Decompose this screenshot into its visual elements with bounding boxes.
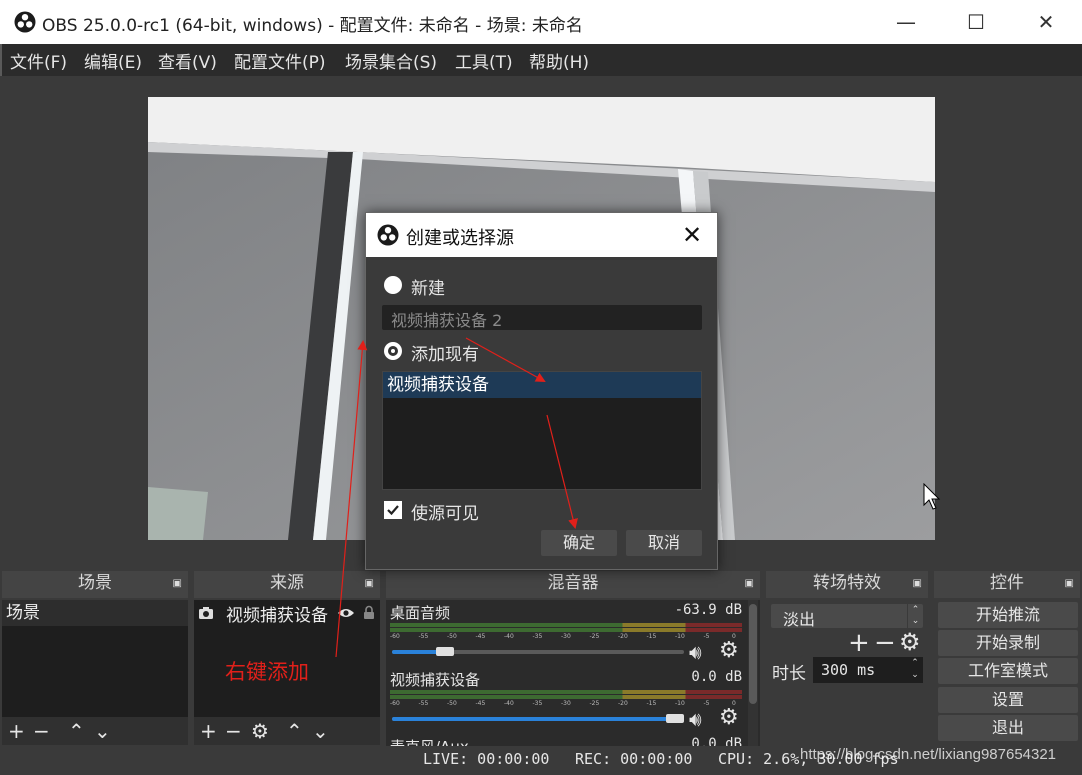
obs-window: OBS 25.0.0-rc1 (64-bit, windows) - 配置文件:… [0, 0, 1082, 775]
annotation-arrows [335, 337, 578, 658]
mouse-cursor-icon [923, 483, 941, 510]
annotation-text: 右键添加 [225, 660, 309, 684]
